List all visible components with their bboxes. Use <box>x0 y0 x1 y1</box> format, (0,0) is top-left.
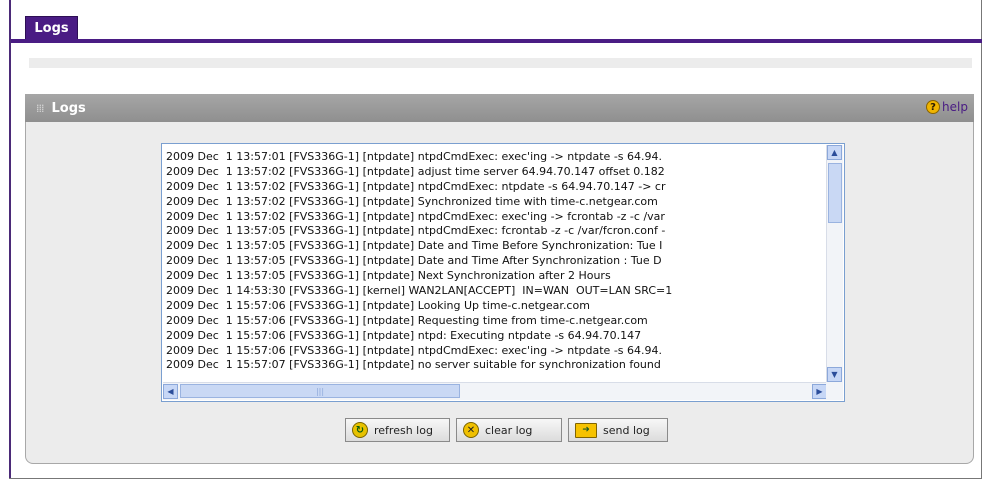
log-line: 2009 Dec 1 13:57:05 [FVS336G-1] [ntpdate… <box>166 254 662 268</box>
log-line: 2009 Dec 1 14:53:30 [FVS336G-1] [kernel]… <box>166 284 673 298</box>
tab-logs[interactable]: Logs <box>25 16 78 40</box>
clear-icon: ✕ <box>463 422 479 438</box>
scroll-left-icon[interactable]: ◀ <box>163 384 178 399</box>
tab-underline <box>11 39 982 43</box>
log-line: 2009 Dec 1 13:57:02 [FVS336G-1] [ntpdate… <box>166 194 658 208</box>
grip-icon: ⁞⁞⁞ <box>36 101 44 115</box>
scroll-down-icon[interactable]: ▼ <box>827 367 842 382</box>
send-log-label: send log <box>603 423 650 437</box>
log-content: 2009 Dec 1 13:57:01 [FVS336G-1] [ntpdate… <box>166 150 826 380</box>
log-line: 2009 Dec 1 13:57:02 [FVS336G-1] [ntpdate… <box>166 209 665 223</box>
clear-log-button[interactable]: ✕ clear log <box>456 418 562 442</box>
help-label: help <box>942 100 968 114</box>
vertical-scroll-thumb[interactable] <box>828 163 842 223</box>
log-line: 2009 Dec 1 13:57:02 [FVS336G-1] [ntpdate… <box>166 164 665 178</box>
scrollbar-corner <box>826 382 843 400</box>
horizontal-scrollbar[interactable]: ◀ ||| ▶ <box>163 382 827 400</box>
log-line: 2009 Dec 1 13:57:05 [FVS336G-1] [ntpdate… <box>166 224 666 238</box>
refresh-log-button[interactable]: ↻ refresh log <box>345 418 450 442</box>
status-bar <box>29 58 972 68</box>
log-line: 2009 Dec 1 13:57:05 [FVS336G-1] [ntpdate… <box>166 239 663 253</box>
vertical-scrollbar[interactable]: ▲ ▼ <box>826 145 843 382</box>
window-left-border <box>9 0 11 479</box>
refresh-icon: ↻ <box>352 422 368 438</box>
logs-panel-header: ⁞⁞⁞ Logs ? help <box>25 94 974 122</box>
scroll-up-icon[interactable]: ▲ <box>827 145 842 160</box>
scroll-right-icon[interactable]: ▶ <box>812 384 827 399</box>
log-line: 2009 Dec 1 13:57:05 [FVS336G-1] [ntpdate… <box>166 269 611 283</box>
log-line: 2009 Dec 1 15:57:06 [FVS336G-1] [ntpdate… <box>166 313 648 327</box>
horizontal-scroll-thumb[interactable]: ||| <box>180 384 460 398</box>
send-mail-icon: ➜ <box>575 422 597 438</box>
log-line: 2009 Dec 1 15:57:06 [FVS336G-1] [ntpdate… <box>166 343 663 357</box>
log-line: 2009 Dec 1 13:57:02 [FVS336G-1] [ntpdate… <box>166 179 666 193</box>
send-log-button[interactable]: ➜ send log <box>568 418 668 442</box>
panel-title: Logs <box>51 100 86 116</box>
log-line: 2009 Dec 1 15:57:06 [FVS336G-1] [ntpdate… <box>166 328 642 342</box>
help-icon: ? <box>926 100 941 114</box>
help-link[interactable]: ? help <box>926 100 968 114</box>
clear-log-label: clear log <box>485 423 533 437</box>
log-line: 2009 Dec 1 13:57:01 [FVS336G-1] [ntpdate… <box>166 150 663 163</box>
log-line: 2009 Dec 1 15:57:07 [FVS336G-1] [ntpdate… <box>166 358 661 372</box>
log-line: 2009 Dec 1 15:57:06 [FVS336G-1] [ntpdate… <box>166 298 590 312</box>
log-textarea[interactable]: 2009 Dec 1 13:57:01 [FVS336G-1] [ntpdate… <box>161 143 845 402</box>
refresh-log-label: refresh log <box>374 423 433 437</box>
